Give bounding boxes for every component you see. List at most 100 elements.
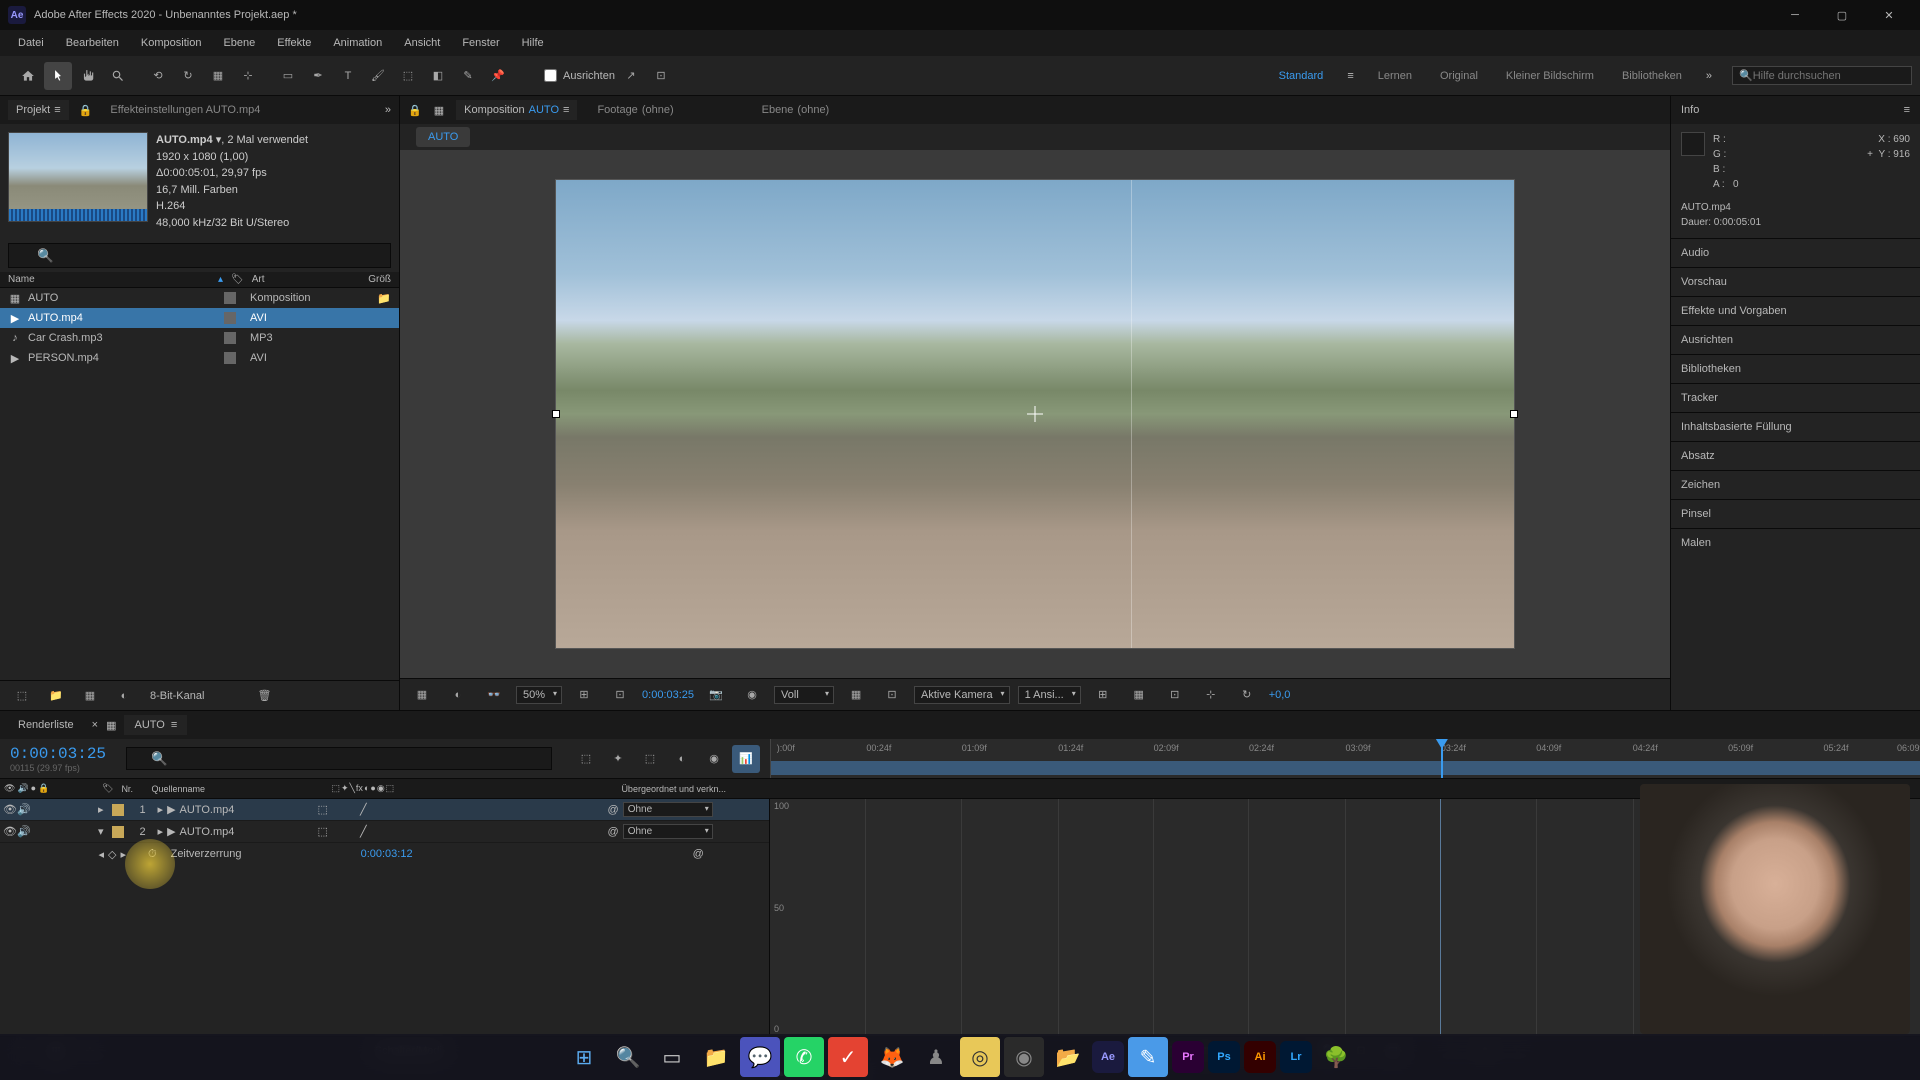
panel-absatz[interactable]: Absatz — [1671, 441, 1920, 470]
time-ruler[interactable]: ):00f 00:24f 01:09f 01:24f 02:09f 02:24f… — [770, 739, 1920, 778]
selection-tool[interactable] — [44, 62, 72, 90]
mode-switch[interactable]: ⬚ — [318, 825, 328, 838]
workspace-standard[interactable]: Standard — [1275, 68, 1328, 84]
taskbar-app4[interactable]: 🌳 — [1316, 1037, 1356, 1077]
zoom-tool[interactable] — [104, 62, 132, 90]
panel-audio[interactable]: Audio — [1671, 238, 1920, 267]
view-icon2[interactable]: ▦ — [1125, 681, 1153, 709]
layer-tab[interactable]: Ebene (ohne) — [754, 100, 838, 120]
minimize-button[interactable]: ─ — [1772, 0, 1818, 30]
menu-effekte[interactable]: Effekte — [267, 33, 321, 53]
motion-blur-icon[interactable]: ◉ — [700, 745, 728, 773]
stamp-tool[interactable]: ⬚ — [394, 62, 422, 90]
hand-tool[interactable] — [74, 62, 102, 90]
pickwhip-icon[interactable]: @ — [608, 826, 619, 838]
mode-switch[interactable]: ╱ — [360, 803, 367, 816]
twirl-icon[interactable]: ▾ — [98, 825, 104, 838]
audio-toggle[interactable]: 🔊 — [18, 804, 30, 816]
close-button[interactable]: ✕ — [1866, 0, 1912, 30]
col-type[interactable]: Art — [252, 274, 368, 285]
switch-icon[interactable]: ╲ — [350, 783, 355, 794]
rotate-tool[interactable]: ↻ — [174, 62, 202, 90]
taskbar-whatsapp[interactable]: ✆ — [784, 1037, 824, 1077]
menu-animation[interactable]: Animation — [323, 33, 392, 53]
menu-ansicht[interactable]: Ansicht — [394, 33, 450, 53]
draft3d-icon[interactable]: ✦ — [604, 745, 632, 773]
align-checkbox[interactable] — [544, 69, 557, 82]
view-icon3[interactable]: ⊡ — [1161, 681, 1189, 709]
solo-toggle[interactable] — [32, 826, 44, 838]
add-key-icon[interactable]: ◇ — [108, 848, 116, 861]
panel-effekte[interactable]: Effekte und Vorgaben — [1671, 296, 1920, 325]
roto-tool[interactable]: ✎ — [454, 62, 482, 90]
taskbar-files[interactable]: 📂 — [1048, 1037, 1088, 1077]
property-value[interactable]: 0:00:03:12 — [361, 848, 413, 860]
layer-row-1[interactable]: 👁 🔊 ▸ 1 ▸ ▶ AUTO.mp4 ⬚ ╱ @ — [0, 799, 769, 821]
workspace-original[interactable]: Original — [1436, 68, 1482, 84]
taskbar-app2[interactable]: ◎ — [960, 1037, 1000, 1077]
taskbar-ai[interactable]: Ai — [1244, 1041, 1276, 1073]
taskbar-obs[interactable]: ◉ — [1004, 1037, 1044, 1077]
timeline-comp-tab[interactable]: AUTO ≡ — [124, 715, 187, 735]
panel-bibliotheken[interactable]: Bibliotheken — [1671, 354, 1920, 383]
switch-icon[interactable]: ✦ — [341, 783, 349, 794]
project-item-comp[interactable]: ▦ AUTO Komposition 📁 — [0, 288, 399, 308]
video-col-icon[interactable]: 👁 — [4, 783, 15, 794]
composition-viewer[interactable] — [400, 150, 1670, 678]
taskbar-todoist[interactable]: ✓ — [828, 1037, 868, 1077]
zoom-dropdown[interactable]: 50% — [516, 686, 562, 704]
puppet-tool[interactable]: 📌 — [484, 62, 512, 90]
taskbar-search[interactable]: 🔍 — [608, 1037, 648, 1077]
region-icon[interactable]: ⊡ — [878, 681, 906, 709]
taskbar-teams[interactable]: 💬 — [740, 1037, 780, 1077]
bit-depth[interactable]: 8-Bit-Kanal — [150, 690, 204, 702]
panel-menu-icon[interactable]: ≡ — [1904, 104, 1910, 116]
resolution-dropdown[interactable]: Voll — [774, 686, 834, 704]
taskbar-explorer[interactable]: 📁 — [696, 1037, 736, 1077]
anchor-tool[interactable]: ⊹ — [234, 62, 262, 90]
viewer-timecode[interactable]: 0:00:03:25 — [642, 689, 694, 701]
graph-playhead[interactable] — [1440, 799, 1441, 1036]
switch-icon[interactable]: ◐ — [364, 783, 369, 794]
taskbar-lr[interactable]: Lr — [1280, 1041, 1312, 1073]
label-col-icon[interactable]: 🏷 — [102, 783, 113, 794]
viewer-canvas[interactable] — [555, 179, 1515, 649]
taskbar-app3[interactable]: ✎ — [1128, 1037, 1168, 1077]
menu-hilfe[interactable]: Hilfe — [512, 33, 554, 53]
orbit-tool[interactable]: ⟲ — [144, 62, 172, 90]
project-item-video2[interactable]: ▶ PERSON.mp4 AVI — [0, 348, 399, 368]
mask-icon[interactable]: 👓 — [480, 681, 508, 709]
parent-dropdown[interactable]: Ohne — [623, 802, 713, 817]
project-item-video[interactable]: ▶ AUTO.mp4 AVI — [0, 308, 399, 328]
alpha-icon[interactable]: ▦ — [408, 681, 436, 709]
tab-close-icon[interactable]: × — [92, 719, 98, 731]
pickwhip-icon[interactable]: @ — [608, 804, 619, 816]
workspace-lernen[interactable]: Lernen — [1374, 68, 1416, 84]
snapshot-icon[interactable]: 📷 — [702, 681, 730, 709]
res-icon[interactable]: ⊞ — [570, 681, 598, 709]
timeline-search-input[interactable] — [126, 747, 552, 770]
col-size[interactable]: Größ — [368, 274, 391, 285]
layer-row-2[interactable]: 👁 🔊 ▾ 2 ▸ ▶ AUTO.mp4 ⬚ ╱ @ — [0, 821, 769, 843]
snap2-tool[interactable]: ⊡ — [647, 62, 675, 90]
label-swatch[interactable] — [224, 292, 236, 304]
panel-ausrichten[interactable]: Ausrichten — [1671, 325, 1920, 354]
project-item-audio[interactable]: ♪ Car Crash.mp3 MP3 — [0, 328, 399, 348]
label-col-icon[interactable]: 🏷 — [231, 274, 244, 285]
transform-handle-right[interactable] — [1510, 410, 1518, 418]
tab-menu-icon[interactable]: ≡ — [563, 104, 569, 116]
switch-icon[interactable]: fx — [356, 783, 363, 794]
taskbar-start[interactable]: ⊞ — [564, 1037, 604, 1077]
view-icon1[interactable]: ⊞ — [1089, 681, 1117, 709]
trash-icon[interactable]: 🗑 — [250, 682, 278, 710]
channel-icon[interactable]: ◐ — [444, 681, 472, 709]
workspace-overflow-icon[interactable]: » — [1706, 70, 1712, 82]
comp-tab[interactable]: Komposition AUTO ≡ — [456, 100, 577, 120]
switch-icon[interactable]: ◉ — [377, 783, 385, 794]
switch-icon[interactable]: ● — [370, 783, 375, 794]
expression-pickwhip-icon[interactable]: @ — [693, 848, 704, 860]
refresh-icon[interactable]: ↻ — [1233, 681, 1261, 709]
lock-toggle[interactable] — [46, 804, 58, 816]
panel-tracker[interactable]: Tracker — [1671, 383, 1920, 412]
lock-toggle[interactable] — [46, 826, 58, 838]
